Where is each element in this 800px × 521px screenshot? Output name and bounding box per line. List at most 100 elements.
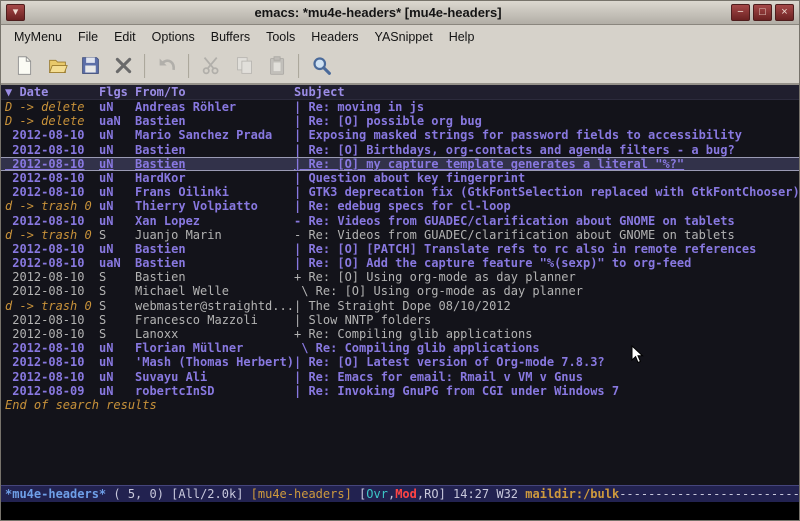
- message-row[interactable]: d -> trash 0SJuanjo Marin- Re: Videos fr…: [1, 228, 799, 242]
- close-icon[interactable]: [108, 51, 138, 80]
- message-subject: | Question about key fingerprint: [294, 171, 799, 185]
- message-row[interactable]: 2012-08-10uNMario Sanchez Prada| Exposin…: [1, 128, 799, 142]
- message-flags: uN: [99, 157, 135, 171]
- message-subject: - Re: Videos from GUADEC/clarification a…: [294, 228, 799, 242]
- message-from: webmaster@straightd...: [135, 299, 294, 313]
- message-flags: S: [99, 327, 135, 341]
- message-from: Francesco Mazzoli: [135, 313, 294, 327]
- column-from[interactable]: From/To: [135, 85, 294, 99]
- message-subject: | Re: [O] Latest version of Org-mode 7.8…: [294, 355, 799, 369]
- cut-icon: [196, 51, 226, 80]
- message-flags: uN: [99, 370, 135, 384]
- modeline-segment-buffer: *mu4e-headers*: [5, 487, 106, 501]
- message-date: 2012-08-10: [5, 341, 99, 355]
- column-date[interactable]: ▼ Date: [5, 85, 99, 99]
- menu-help[interactable]: Help: [441, 27, 483, 47]
- menu-tools[interactable]: Tools: [258, 27, 303, 47]
- maximize-button[interactable]: □: [753, 4, 772, 21]
- message-flags: uN: [99, 355, 135, 369]
- message-row[interactable]: D -> deleteuaNBastien| Re: [O] possible …: [1, 114, 799, 128]
- message-from: Thierry Volpiatto: [135, 199, 294, 213]
- column-subject[interactable]: Subject: [294, 85, 799, 99]
- menu-buffers[interactable]: Buffers: [203, 27, 258, 47]
- message-row[interactable]: D -> deleteuNAndreas Röhler| Re: moving …: [1, 100, 799, 114]
- echo-area-minibuffer[interactable]: [1, 502, 799, 520]
- message-row[interactable]: 2012-08-10uNFrans Oilinki| GTK3 deprecat…: [1, 185, 799, 199]
- message-flags: uN: [99, 100, 135, 114]
- message-date: 2012-08-10: [5, 313, 99, 327]
- modeline-segment-folder: maildir:/bulk: [525, 487, 619, 501]
- modeline-segment-plain: ( 5, 0) [All/2.0k]: [106, 487, 251, 501]
- message-from: Bastien: [135, 270, 294, 284]
- message-row[interactable]: 2012-08-10uNHardKor| Question about key …: [1, 171, 799, 185]
- copy-icon: [229, 51, 259, 80]
- message-subject: \ Re: [O] Using org-mode as day planner: [294, 284, 799, 298]
- message-subject: | GTK3 deprecation fix (GtkFontSelection…: [294, 185, 799, 199]
- message-subject: + Re: [O] Using org-mode as day planner: [294, 270, 799, 284]
- menu-file[interactable]: File: [70, 27, 106, 47]
- message-from: Lanoxx: [135, 327, 294, 341]
- message-date: 2012-08-10: [5, 327, 99, 341]
- menu-mymenu[interactable]: MyMenu: [6, 27, 70, 47]
- message-date: 2012-08-10: [5, 171, 99, 185]
- emacs-window: ▾ emacs: *mu4e-headers* [mu4e-headers] −…: [0, 0, 800, 521]
- menu-headers[interactable]: Headers: [303, 27, 366, 47]
- message-row[interactable]: 2012-08-10SFrancesco Mazzoli| Slow NNTP …: [1, 313, 799, 327]
- search-icon[interactable]: [306, 51, 336, 80]
- message-row[interactable]: 2012-08-10uNSuvayu Ali| Re: Emacs for em…: [1, 370, 799, 384]
- message-row[interactable]: 2012-08-10SLanoxx+ Re: Compiling glib ap…: [1, 327, 799, 341]
- message-flags: S: [99, 284, 135, 298]
- message-flags: S: [99, 270, 135, 284]
- message-date: D -> delete: [5, 100, 99, 114]
- message-flags: uN: [99, 384, 135, 398]
- message-subject: | Re: edebug specs for cl-loop: [294, 199, 799, 213]
- modeline-segment-plain: ] 14:27 W32: [439, 487, 526, 501]
- window-controls: − □ ×: [728, 4, 794, 21]
- message-row[interactable]: 2012-08-10uNBastien| Re: [O] Birthdays, …: [1, 143, 799, 157]
- header-line[interactable]: ▼ DateFlgsFrom/ToSubject: [1, 85, 799, 100]
- minimize-button[interactable]: −: [731, 4, 750, 21]
- message-from: Florian Müllner: [135, 341, 294, 355]
- message-row[interactable]: 2012-08-10uNXan Lopez- Re: Videos from G…: [1, 214, 799, 228]
- message-from: Suvayu Ali: [135, 370, 294, 384]
- message-subject: | Re: [O] my capture template generates …: [294, 157, 799, 171]
- new-file-icon[interactable]: [9, 51, 39, 80]
- message-row[interactable]: d -> trash 0Swebmaster@straightd...| The…: [1, 299, 799, 313]
- message-date: 2012-08-09: [5, 384, 99, 398]
- message-from: robertcInSD: [135, 384, 294, 398]
- message-subject: \ Re: Compiling glib applications: [294, 341, 799, 355]
- message-row[interactable]: 2012-08-10SBastien+ Re: [O] Using org-mo…: [1, 270, 799, 284]
- window-menu-icon[interactable]: ▾: [6, 4, 25, 21]
- message-row[interactable]: 2012-08-10uNBastien| Re: [O] my capture …: [1, 157, 799, 171]
- close-button[interactable]: ×: [775, 4, 794, 21]
- message-date: d -> trash 0: [5, 299, 99, 313]
- message-from: Juanjo Marin: [135, 228, 294, 242]
- modeline-segment-plain: ----------------------------------------: [619, 487, 799, 501]
- message-flags: uaN: [99, 256, 135, 270]
- message-from: Michael Welle: [135, 284, 294, 298]
- message-row[interactable]: 2012-08-10SMichael Welle \ Re: [O] Using…: [1, 284, 799, 298]
- message-date: 2012-08-10: [5, 214, 99, 228]
- message-date: 2012-08-10: [5, 370, 99, 384]
- message-subject: | Re: moving in js: [294, 100, 799, 114]
- message-row[interactable]: 2012-08-10uaNBastien| Re: [O] Add the ca…: [1, 256, 799, 270]
- save-icon[interactable]: [75, 51, 105, 80]
- message-row[interactable]: d -> trash 0uNThierry Volpiatto| Re: ede…: [1, 199, 799, 213]
- message-from: Frans Oilinki: [135, 185, 294, 199]
- message-row[interactable]: 2012-08-10uNBastien| Re: [O] [PATCH] Tra…: [1, 242, 799, 256]
- menu-edit[interactable]: Edit: [106, 27, 144, 47]
- message-date: 2012-08-10: [5, 128, 99, 142]
- message-row[interactable]: 2012-08-10uNFlorian Müllner \ Re: Compil…: [1, 341, 799, 355]
- open-folder-icon[interactable]: [42, 51, 72, 80]
- message-from: Mario Sanchez Prada: [135, 128, 294, 142]
- titlebar[interactable]: ▾ emacs: *mu4e-headers* [mu4e-headers] −…: [1, 1, 799, 25]
- menu-yasnippet[interactable]: YASnippet: [367, 27, 441, 47]
- message-flags: uN: [99, 242, 135, 256]
- message-flags: uN: [99, 199, 135, 213]
- column-flags[interactable]: Flgs: [99, 85, 135, 99]
- message-row[interactable]: 2012-08-10uN'Mash (Thomas Herbert)| Re: …: [1, 355, 799, 369]
- message-row[interactable]: 2012-08-09uNrobertcInSD| Re: Invoking Gn…: [1, 384, 799, 398]
- menu-options[interactable]: Options: [144, 27, 203, 47]
- mu4e-headers-buffer[interactable]: ▼ DateFlgsFrom/ToSubject D -> deleteuNAn…: [1, 85, 799, 485]
- message-date: 2012-08-10: [5, 256, 99, 270]
